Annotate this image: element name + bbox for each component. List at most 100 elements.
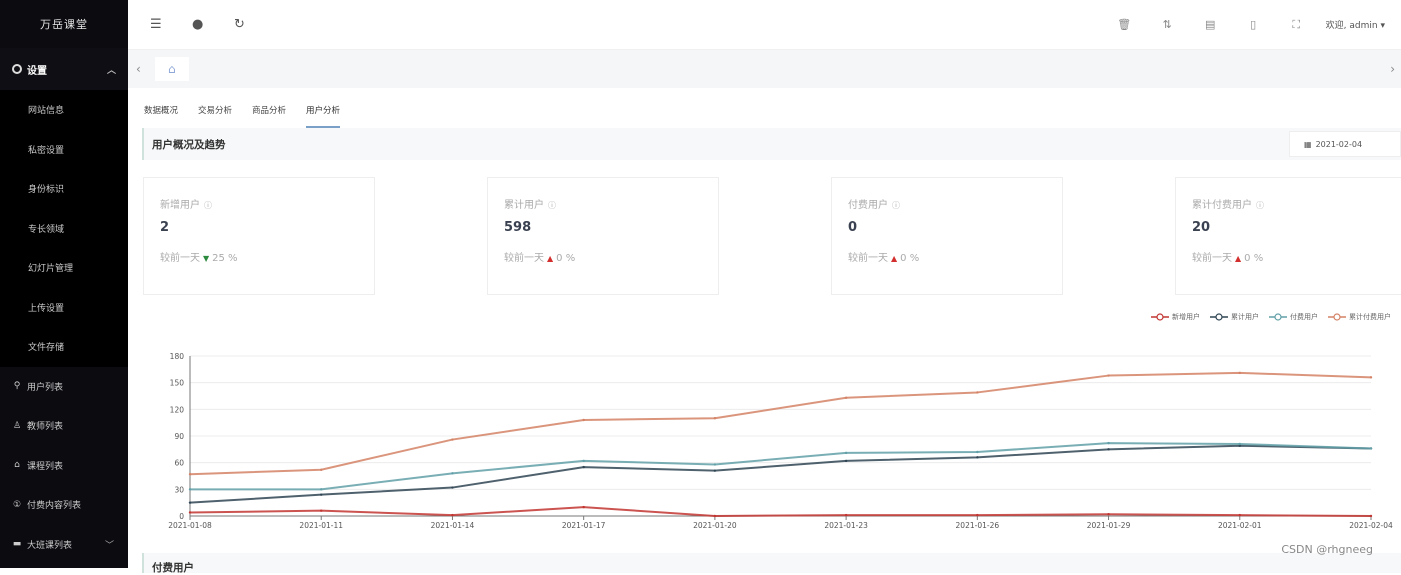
data-point bbox=[188, 473, 192, 476]
sidebar-item-classes[interactable]: ▬ 大班课列表 ﹀ bbox=[0, 524, 128, 564]
submenu-item[interactable]: 专长领域 bbox=[0, 209, 128, 249]
tags-bar: ‹ ⌂ › bbox=[128, 50, 1401, 88]
section-header: 用户概况及趋势 ▦ 2021-02-04 bbox=[142, 128, 1401, 160]
menu-fold-icon[interactable]: ☰ bbox=[150, 17, 192, 32]
data-point bbox=[1369, 447, 1373, 450]
card-label: 累计付费用户 bbox=[1192, 200, 1252, 211]
submenu-item[interactable]: 上传设置 bbox=[0, 288, 128, 328]
legend-item[interactable]: 累计付费用户 bbox=[1328, 312, 1391, 322]
change-value: 0 % bbox=[900, 253, 920, 264]
series-line bbox=[189, 444, 1372, 504]
refresh-icon[interactable]: ↻ bbox=[234, 17, 276, 32]
data-point bbox=[713, 417, 717, 420]
help-icon[interactable]: ⓘ bbox=[204, 201, 212, 210]
legend-marker-icon bbox=[1269, 313, 1287, 321]
sidebar-item-label: 设置 bbox=[27, 65, 47, 77]
help-icon[interactable]: ⓘ bbox=[548, 201, 556, 210]
data-point bbox=[582, 505, 585, 509]
card-value: 2 bbox=[160, 220, 170, 235]
data-point bbox=[1238, 371, 1241, 375]
data-point bbox=[976, 513, 979, 517]
submenu-item[interactable]: 文件存储 bbox=[0, 327, 128, 367]
submenu-item[interactable]: 幻灯片管理 bbox=[0, 248, 128, 288]
tab-product-analysis[interactable]: 商品分析 bbox=[252, 104, 286, 128]
legend-label: 累计用户 bbox=[1231, 313, 1259, 321]
legend-item[interactable]: 累计用户 bbox=[1210, 312, 1259, 322]
data-point bbox=[582, 459, 585, 463]
sidebar-item-courses[interactable]: ⌂ 课程列表 bbox=[0, 445, 128, 485]
file-icon[interactable]: ▯ bbox=[1232, 18, 1275, 31]
stat-card-total-paid-users: 累计付费用户 ⓘ 20 较前一天 ▲ 0 % bbox=[1175, 177, 1401, 295]
data-point bbox=[713, 514, 717, 518]
user-menu[interactable]: 欢迎, admin ▾ bbox=[1326, 18, 1385, 31]
card-label: 付费用户 bbox=[848, 200, 888, 211]
data-point bbox=[1107, 448, 1110, 451]
sidebar-item-paid-content[interactable]: ① 付费内容列表 bbox=[0, 485, 128, 525]
chevron-left-icon[interactable]: ‹ bbox=[136, 62, 141, 76]
card-value: 20 bbox=[1192, 220, 1211, 235]
help-icon[interactable]: ⓘ bbox=[1256, 201, 1264, 210]
sidebar-item-settings[interactable]: 设置 ︿ bbox=[0, 48, 128, 90]
x-tick-label: 2021-01-11 bbox=[299, 521, 343, 530]
x-tick-label: 2021-01-14 bbox=[431, 521, 475, 530]
sidebar-item-label: 教师列表 bbox=[27, 422, 64, 433]
user-icon: ⚲ bbox=[13, 381, 21, 392]
data-point bbox=[188, 488, 192, 491]
top-navbar: ☰ ● ↻ 🗑 ⇅ ▤ ▯ ⛶ 欢迎, admin ▾ bbox=[128, 0, 1401, 50]
submenu-item[interactable]: 私密设置 bbox=[0, 130, 128, 170]
y-tick-label: 30 bbox=[174, 485, 184, 494]
settings-submenu: 网站信息 私密设置 身份标识 专长领域 幻灯片管理 上传设置 文件存储 bbox=[0, 90, 128, 367]
compare-label: 较前一天 bbox=[160, 253, 200, 264]
tab-overview[interactable]: 数据概况 bbox=[144, 104, 178, 128]
teacher-icon: ♙ bbox=[12, 420, 22, 431]
trash-icon[interactable]: 🗑 bbox=[1103, 18, 1146, 31]
submenu-item[interactable]: 网站信息 bbox=[0, 90, 128, 130]
legend-item[interactable]: 付费用户 bbox=[1269, 312, 1318, 322]
chevron-up-icon: ︿ bbox=[106, 65, 116, 76]
course-icon: ⌂ bbox=[14, 460, 20, 471]
watermark: CSDN @rhgneeg bbox=[1281, 543, 1373, 556]
tab-user-analysis[interactable]: 用户分析 bbox=[306, 104, 341, 128]
fullscreen-icon[interactable]: ⛶ bbox=[1275, 18, 1318, 32]
data-point bbox=[1107, 374, 1110, 377]
legend-item[interactable]: 新增用户 bbox=[1151, 312, 1200, 322]
sidebar-item-users[interactable]: ⚲ 用户列表 bbox=[0, 366, 128, 406]
user-trend-chart: 0 30 60 90 120 150 180 2021-01-08 2021-01-11 2021… bbox=[168, 352, 1393, 530]
data-point bbox=[451, 438, 454, 441]
legend-label: 付费用户 bbox=[1290, 313, 1318, 321]
data-point bbox=[320, 493, 323, 496]
x-tick-label: 2021-01-20 bbox=[693, 521, 737, 530]
sidebar: 万岳课堂 设置 ︿ 网站信息 私密设置 身份标识 专长领域 幻灯片管理 上传设置… bbox=[0, 0, 128, 568]
tab-trade-analysis[interactable]: 交易分析 bbox=[198, 104, 232, 128]
trend-up-icon: ▲ bbox=[547, 254, 554, 263]
chevron-right-icon[interactable]: › bbox=[1390, 62, 1395, 76]
switch-icon[interactable]: ⇅ bbox=[1146, 18, 1189, 31]
class-icon: ▬ bbox=[12, 539, 22, 550]
y-tick-label: 120 bbox=[170, 405, 185, 414]
sidebar-item-label: 大班课列表 bbox=[27, 540, 73, 551]
submenu-item[interactable]: 身份标识 bbox=[0, 169, 128, 209]
x-tick-label: 2021-02-04 bbox=[1349, 521, 1393, 530]
compare-label: 较前一天 bbox=[848, 253, 888, 264]
chart-legend: 新增用户 累计用户 付费用户 累计付费用户 bbox=[1151, 312, 1401, 322]
data-point bbox=[844, 513, 848, 517]
trend-up-icon: ▲ bbox=[891, 254, 898, 263]
card-value: 0 bbox=[848, 220, 858, 235]
calendar-icon: ▦ bbox=[1304, 139, 1312, 149]
data-point bbox=[713, 463, 717, 466]
data-point bbox=[1107, 441, 1110, 445]
chevron-down-icon: ﹀ bbox=[104, 540, 114, 551]
y-tick-label: 180 bbox=[170, 352, 185, 361]
stat-cards: 新增用户 ⓘ 2 较前一天 ▼ 25 % 累计用户 ⓘ 598 较前一天 ▲ 0 % 付费用… bbox=[143, 177, 1401, 295]
book-icon[interactable]: ▤ bbox=[1189, 18, 1232, 31]
globe-icon[interactable]: ● bbox=[192, 17, 234, 32]
data-point bbox=[1107, 513, 1110, 516]
date-picker[interactable]: ▦ 2021-02-04 bbox=[1289, 131, 1401, 157]
help-icon[interactable]: ⓘ bbox=[892, 201, 900, 210]
sidebar-item-label: 用户列表 bbox=[27, 382, 64, 393]
home-tag[interactable]: ⌂ bbox=[154, 57, 189, 81]
data-point bbox=[582, 418, 585, 422]
trend-down-icon: ▼ bbox=[203, 254, 210, 263]
sidebar-item-label: 付费内容列表 bbox=[27, 501, 82, 512]
sidebar-item-teachers[interactable]: ♙ 教师列表 bbox=[0, 406, 128, 446]
